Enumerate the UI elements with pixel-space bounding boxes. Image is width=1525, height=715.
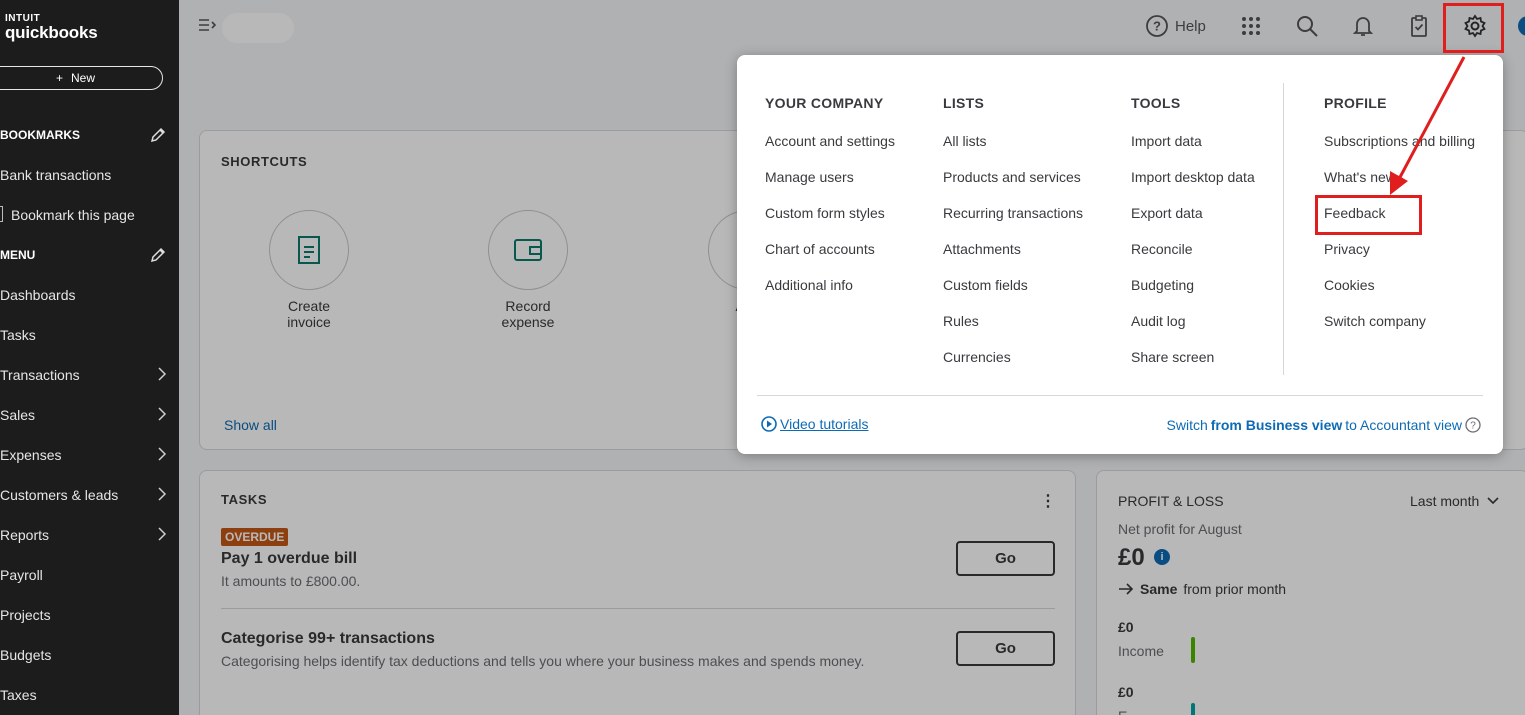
menu-item-attachments[interactable]: Attachments: [943, 241, 1083, 277]
chevron-right-icon: [158, 407, 167, 421]
plus-icon: +: [55, 71, 63, 85]
svg-text:?: ?: [1470, 421, 1476, 432]
bookmark-label: Bookmark this page: [11, 207, 135, 223]
switch-prefix: Switch: [1166, 417, 1208, 433]
sidebar-item-label: Customers & leads: [0, 487, 119, 503]
menu-item-audit-log[interactable]: Audit log: [1131, 313, 1255, 349]
menu-column-divider: [1283, 83, 1284, 375]
new-button-label: New: [71, 71, 96, 85]
menu-item-share-screen[interactable]: Share screen: [1131, 349, 1255, 385]
annotation-arrow: [1390, 56, 1466, 195]
chevron-right-icon: [158, 447, 167, 461]
menu-item-custom-fields[interactable]: Custom fields: [943, 277, 1083, 313]
sidebar-item-customers-leads[interactable]: Customers & leads: [0, 487, 118, 503]
menu-column-heading: TOOLS: [1131, 95, 1181, 111]
menu-heading: MENU: [0, 248, 36, 262]
menu-item-chart-of-accounts[interactable]: Chart of accounts: [765, 241, 895, 277]
menu-item-budgeting[interactable]: Budgeting: [1131, 277, 1255, 313]
menu-item-export-data[interactable]: Export data: [1131, 205, 1255, 241]
annotation-highlight-feedback: [1315, 195, 1422, 235]
menu-column-heading: YOUR COMPANY: [765, 95, 884, 111]
sidebar-bookmark-bank-transactions[interactable]: Bank transactions: [0, 167, 111, 183]
switch-bold: from Business view: [1210, 417, 1343, 433]
sidebar-item-label: Projects: [0, 607, 51, 623]
menu-item-rules[interactable]: Rules: [943, 313, 1083, 349]
chevron-right-icon: [158, 367, 167, 381]
sidebar-item-label: Budgets: [0, 647, 52, 663]
video-tutorials-link[interactable]: Video tutorials: [761, 416, 868, 432]
menu-item-manage-users[interactable]: Manage users: [765, 169, 895, 205]
sidebar-item-transactions[interactable]: Transactions: [0, 367, 80, 383]
menu-footer-divider: [757, 395, 1483, 396]
menu-column-lists: LISTS All lists Products and services Re…: [943, 95, 1083, 385]
sidebar-item-projects[interactable]: Projects: [0, 607, 51, 623]
new-button[interactable]: + New: [0, 66, 163, 90]
sidebar-item-sales[interactable]: Sales: [0, 407, 35, 423]
menu-item-custom-form-styles[interactable]: Custom form styles: [765, 205, 895, 241]
sidebar-item-label: Dashboards: [0, 287, 76, 303]
switch-suffix: to Accountant view: [1345, 417, 1462, 433]
menu-item-account-settings[interactable]: Account and settings: [765, 133, 895, 169]
menu-column-heading: LISTS: [943, 95, 985, 111]
menu-item-import-desktop-data[interactable]: Import desktop data: [1131, 169, 1255, 205]
sidebar-item-label: Expenses: [0, 447, 62, 463]
menu-item-privacy[interactable]: Privacy: [1324, 241, 1475, 277]
sidebar-item-label: Tasks: [0, 327, 36, 343]
help-circle-icon[interactable]: ?: [1465, 417, 1481, 433]
menu-column-tools: TOOLS Import data Import desktop data Ex…: [1131, 95, 1255, 385]
sidebar-item-payroll[interactable]: Payroll: [0, 567, 43, 583]
sidebar-item-label: Reports: [0, 527, 50, 543]
sidebar-item-label: Transactions: [0, 367, 80, 383]
menu-item-products-services[interactable]: Products and services: [943, 169, 1083, 205]
bookmarks-heading: BOOKMARKS: [0, 128, 80, 142]
logo-quickbooks-text: quickbooks: [5, 23, 98, 42]
sidebar-item-dashboards[interactable]: Dashboards: [0, 287, 76, 303]
sidebar-item-reports[interactable]: Reports: [0, 527, 49, 543]
bookmark-this-page-icon: [0, 206, 3, 222]
switch-view-link[interactable]: Switch from Business view to Accountant …: [1167, 417, 1481, 433]
sidebar-item-tasks[interactable]: Tasks: [0, 327, 36, 343]
video-tutorials-label: Video tutorials: [780, 416, 869, 432]
menu-item-import-data[interactable]: Import data: [1131, 133, 1255, 169]
sidebar-item-expenses[interactable]: Expenses: [0, 447, 61, 463]
menu-item-recurring-transactions[interactable]: Recurring transactions: [943, 205, 1083, 241]
sidebar: INTUIT quickbooks + New BOOKMARKS Bank t…: [0, 0, 179, 715]
sidebar-item-label: Taxes: [0, 687, 37, 703]
chevron-right-icon: [158, 487, 167, 501]
menu-item-currencies[interactable]: Currencies: [943, 349, 1083, 385]
menu-item-additional-info[interactable]: Additional info: [765, 277, 895, 313]
sidebar-item-label: Payroll: [0, 567, 43, 583]
edit-bookmarks-pencil-icon[interactable]: [150, 127, 166, 143]
menu-item-reconcile[interactable]: Reconcile: [1131, 241, 1255, 277]
chevron-right-icon: [158, 527, 167, 541]
sidebar-item-budgets[interactable]: Budgets: [0, 647, 51, 663]
edit-menu-pencil-icon[interactable]: [150, 247, 166, 263]
bookmark-label: Bank transactions: [0, 167, 112, 183]
play-circle-icon: [761, 416, 777, 432]
sidebar-item-label: Sales: [0, 407, 36, 423]
sidebar-item-taxes[interactable]: Taxes: [0, 687, 37, 703]
menu-column-your-company: YOUR COMPANY Account and settings Manage…: [765, 95, 895, 313]
annotation-highlight-gear: [1443, 3, 1504, 53]
menu-item-all-lists[interactable]: All lists: [943, 133, 1083, 169]
quickbooks-logo[interactable]: INTUIT quickbooks: [5, 13, 98, 42]
menu-item-cookies[interactable]: Cookies: [1324, 277, 1475, 313]
menu-item-switch-company[interactable]: Switch company: [1324, 313, 1475, 349]
sidebar-bookmark-this-page[interactable]: Bookmark this page: [11, 207, 135, 223]
